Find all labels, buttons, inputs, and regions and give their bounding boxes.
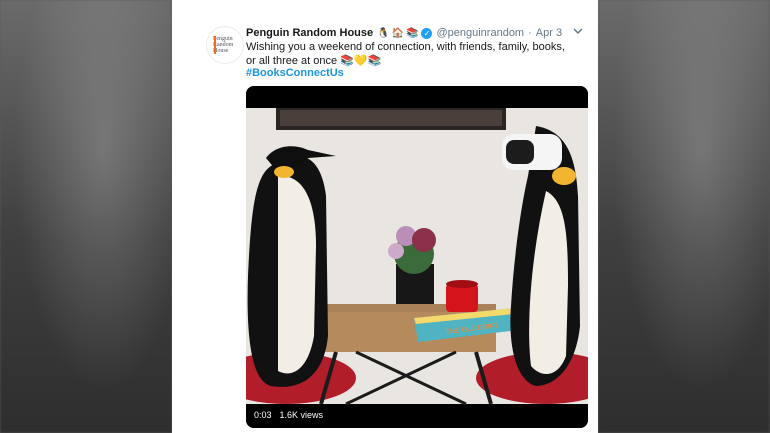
avatar-accent [214, 36, 216, 54]
separator: · [528, 27, 532, 39]
tweet-date[interactable]: Apr 3 [536, 27, 562, 39]
video-frame: THE OLD DRIFT [246, 86, 588, 428]
video-view-count: 1.6K views [279, 410, 324, 420]
video-elapsed-time: 0:03 [254, 410, 272, 420]
avatar-line-3: House [213, 48, 229, 54]
penguin-emoji: 🐧 [377, 27, 390, 39]
video-player[interactable]: THE OLD DRIFT 0:03 1.6K views [246, 86, 588, 428]
house-emoji: 🏠 [391, 27, 405, 39]
video-controls: 0:03 1.6K views [254, 410, 323, 420]
background-left [0, 0, 172, 433]
hashtag-link[interactable]: #BooksConnectUs [246, 67, 344, 79]
name-emojis: 🐧 🏠 📚 [377, 28, 418, 39]
chevron-down-icon[interactable] [572, 25, 584, 37]
tweet-text: Wishing you a weekend of connection, wit… [246, 41, 565, 67]
background-right [598, 0, 770, 433]
tweet-card[interactable]: Penguin Random House Penguin Random Hous… [172, 0, 598, 433]
handle[interactable]: @penguinrandom [436, 27, 524, 39]
display-name[interactable]: Penguin Random House [246, 27, 373, 39]
books-emoji: 📚 [406, 27, 419, 39]
tweet-header: Penguin Random House 🐧 🏠 📚 ✓ @penguinran… [246, 25, 562, 41]
verified-badge-icon: ✓ [421, 27, 433, 39]
avatar[interactable]: Penguin Random House [206, 26, 244, 64]
